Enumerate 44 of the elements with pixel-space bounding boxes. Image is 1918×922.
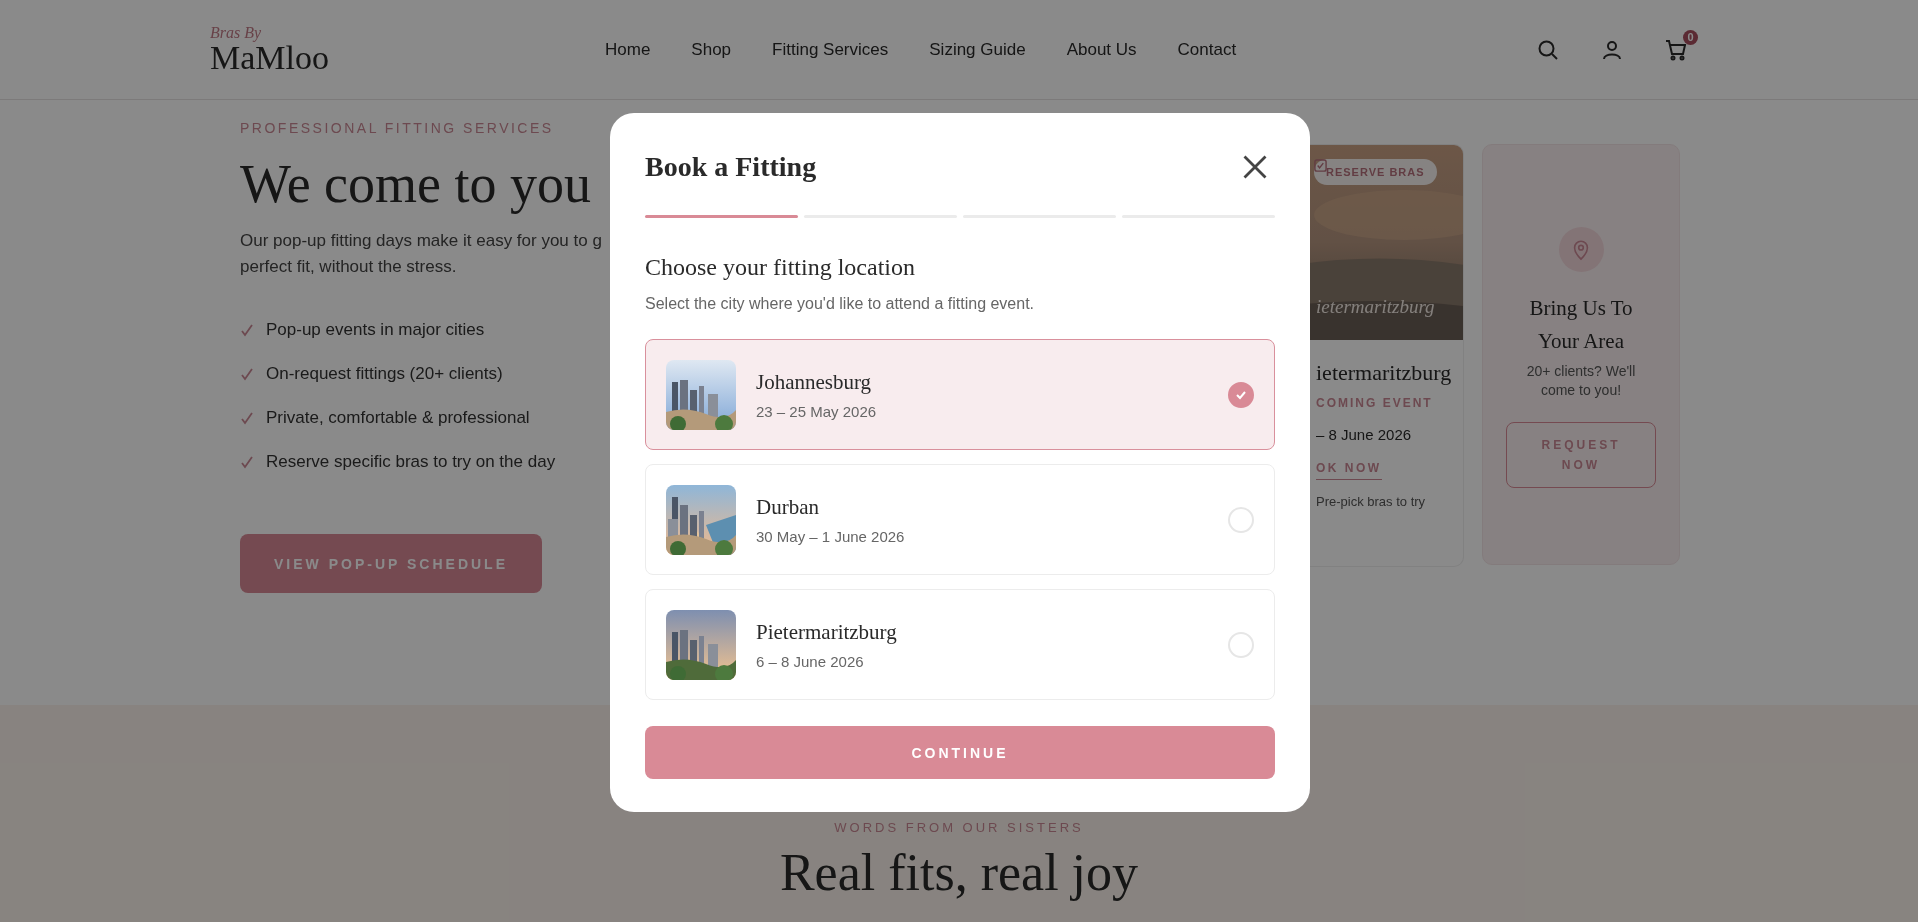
- feature-text: On-request fittings (20+ clients): [266, 364, 503, 384]
- location-option[interactable]: Durban 30 May – 1 June 2026: [645, 464, 1275, 575]
- nav-link[interactable]: About Us: [1066, 39, 1137, 60]
- image-caption: ietermaritzburg: [1316, 296, 1435, 318]
- cart-count: 0: [1683, 29, 1698, 45]
- hero-title: We come to you: [240, 154, 593, 214]
- nav-link[interactable]: Home: [605, 39, 651, 60]
- location-option[interactable]: Pietermaritzburg 6 – 8 June 2026: [645, 589, 1275, 700]
- request-title: Bring Us To Your Area: [1528, 295, 1634, 355]
- city-name: Pietermaritzburg: [756, 619, 897, 645]
- dialog-title: Book a Fitting: [645, 151, 817, 183]
- check-icon: [240, 367, 254, 381]
- nav-link[interactable]: Contact: [1177, 39, 1237, 60]
- section-eyebrow: WORDS FROM OUR SISTERS: [834, 820, 1084, 835]
- nav-link[interactable]: Fitting Services: [772, 39, 889, 60]
- event-note: Pre-pick bras to try: [1316, 494, 1426, 509]
- location-option[interactable]: Johannesburg 23 – 25 May 2026: [645, 339, 1275, 450]
- event-dates: – 8 June 2026: [1316, 426, 1412, 443]
- city-name: Durban: [756, 494, 819, 520]
- nav-link[interactable]: Sizing Guide: [929, 39, 1026, 60]
- check-icon: [240, 455, 254, 469]
- feature-text: Private, comfortable & professional: [266, 408, 530, 428]
- radio-button[interactable]: [1228, 381, 1254, 408]
- request-text: 20+ clients? We'll come to you!: [1525, 362, 1637, 400]
- logo-tagline: Bras By: [210, 24, 263, 41]
- event-title: ietermaritzburg: [1316, 360, 1452, 386]
- step-description: Select the city where you'd like to attend a fitting event.: [645, 295, 1036, 313]
- step-heading: Choose your fitting location: [645, 254, 916, 281]
- cart-icon[interactable]: [1664, 37, 1688, 62]
- city-name: Johannesburg: [756, 369, 872, 395]
- event-eyebrow: COMING EVENT: [1316, 396, 1433, 410]
- feature-text: Pop-up events in major cities: [266, 320, 485, 340]
- section-eyebrow: PROFESSIONAL FITTING SERVICES: [240, 120, 555, 136]
- check-icon: [240, 323, 254, 337]
- intro-text: Our pop-up fitting days make it easy for you to g: [240, 230, 603, 252]
- event-dates: 23 – 25 May 2026: [756, 402, 877, 420]
- intro-text: perfect fit, without the stress.: [240, 256, 458, 278]
- feature-text: Reserve specific bras to try on the day: [266, 452, 556, 472]
- event-dates: 6 – 8 June 2026: [756, 652, 864, 670]
- nav-link[interactable]: Shop: [691, 39, 732, 60]
- check-icon: [240, 411, 254, 425]
- event-dates: 30 May – 1 June 2026: [756, 527, 905, 545]
- section-title: Real fits, real joy: [779, 843, 1139, 903]
- checkbox-icon: [1314, 159, 1327, 172]
